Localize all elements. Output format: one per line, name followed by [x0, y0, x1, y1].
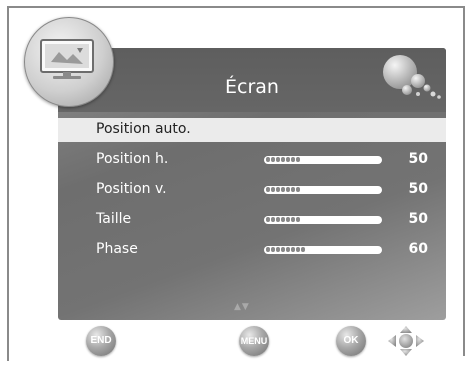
slider-segment	[266, 217, 270, 222]
outer-frame-top	[7, 6, 465, 8]
slider-segment	[291, 157, 295, 162]
menu-item-label: Phase	[96, 241, 138, 257]
slider-fill	[266, 157, 300, 163]
outer-frame-left	[7, 6, 9, 361]
menu-item-value: 50	[408, 211, 428, 227]
slider-segment	[276, 247, 280, 252]
osd-menu-panel: Écran Position auto. Position h. 50 Posi…	[58, 48, 446, 320]
position-h-slider[interactable]	[264, 156, 382, 164]
slider-segment	[276, 217, 280, 222]
bubbles-icon	[383, 55, 441, 99]
slider-segment	[266, 157, 270, 162]
scroll-arrows-icon: ▲▼	[234, 302, 250, 312]
slider-segment	[296, 217, 300, 222]
slider-segment	[271, 247, 275, 252]
menu-item-label: Position auto.	[96, 121, 191, 137]
slider-segment	[286, 157, 290, 162]
slider-segment	[301, 247, 305, 252]
slider-segment	[286, 187, 290, 192]
slider-segment	[296, 247, 300, 252]
slider-segment	[291, 187, 295, 192]
menu-item-value: 50	[408, 181, 428, 197]
menu-item-position-h[interactable]: Position h. 50	[58, 148, 446, 172]
menu-item-phase[interactable]: Phase 60	[58, 238, 446, 262]
slider-segment	[276, 157, 280, 162]
slider-segment	[271, 217, 275, 222]
slider-segment	[281, 157, 285, 162]
slider-segment	[296, 187, 300, 192]
menu-item-taille[interactable]: Taille 50	[58, 208, 446, 232]
position-v-slider[interactable]	[264, 186, 382, 194]
title-band: Écran	[58, 48, 446, 112]
slider-fill	[266, 247, 305, 253]
phase-slider[interactable]	[264, 246, 382, 254]
slider-segment	[281, 187, 285, 192]
slider-segment	[276, 187, 280, 192]
menu-item-position-auto[interactable]: Position auto.	[58, 118, 446, 142]
slider-segment	[271, 157, 275, 162]
menu-item-label: Position h.	[96, 151, 169, 167]
menu-item-value: 50	[408, 151, 428, 167]
menu-item-label: Position v.	[96, 181, 167, 197]
monitor-icon	[40, 39, 94, 79]
slider-segment	[266, 247, 270, 252]
menu-item-value: 60	[408, 241, 428, 257]
slider-segment	[266, 187, 270, 192]
end-button[interactable]: END	[86, 326, 116, 356]
slider-segment	[281, 217, 285, 222]
slider-segment	[281, 247, 285, 252]
slider-segment	[286, 217, 290, 222]
slider-segment	[291, 247, 295, 252]
slider-segment	[291, 217, 295, 222]
slider-segment	[296, 157, 300, 162]
taille-slider[interactable]	[264, 216, 382, 224]
slider-segment	[271, 187, 275, 192]
slider-fill	[266, 217, 300, 223]
outer-frame-right	[463, 6, 465, 356]
slider-segment	[286, 247, 290, 252]
ok-button[interactable]: OK	[336, 326, 366, 356]
menu-item-position-v[interactable]: Position v. 50	[58, 178, 446, 202]
monitor-badge	[24, 17, 114, 107]
menu-button[interactable]: MENU	[239, 326, 269, 356]
dpad-icon[interactable]	[386, 325, 426, 357]
menu-item-label: Taille	[96, 211, 132, 227]
slider-fill	[266, 187, 300, 193]
